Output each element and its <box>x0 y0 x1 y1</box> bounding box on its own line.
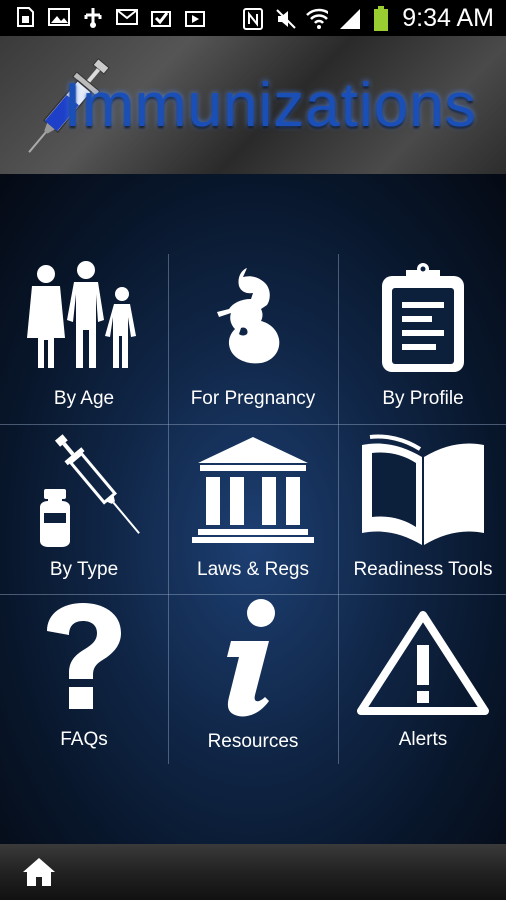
home-icon[interactable] <box>22 856 56 893</box>
wifi-icon <box>306 8 329 30</box>
info-icon <box>169 597 337 721</box>
usb-icon <box>82 6 104 28</box>
menu-tile-by-type[interactable]: By Type <box>0 425 168 595</box>
vaccine-icon <box>0 431 168 549</box>
menu-tile-readiness-tools[interactable]: Readiness Tools <box>339 425 506 595</box>
download-icon <box>150 6 172 28</box>
menu-tile-resources[interactable]: Resources <box>169 595 337 765</box>
sd-card-icon <box>14 6 36 28</box>
image-icon <box>48 6 70 28</box>
signal-icon <box>338 8 361 30</box>
mute-icon <box>274 8 296 30</box>
menu-label-resources: Resources <box>207 731 299 752</box>
family-icon <box>0 260 168 372</box>
upload-icon <box>184 6 206 28</box>
menu-label-by-age: By Age <box>53 388 115 409</box>
menu-label-by-type: By Type <box>49 559 119 580</box>
bottom-bar <box>0 844 506 900</box>
question-icon <box>0 601 168 713</box>
book-icon <box>339 431 506 549</box>
menu-tile-alerts[interactable]: Alerts <box>339 595 506 765</box>
menu-tile-by-age[interactable]: By Age <box>0 254 168 424</box>
menu-label-faqs: FAQs <box>60 729 108 750</box>
clock: 9:34 AM <box>402 4 494 32</box>
warning-icon <box>339 611 506 715</box>
courthouse-icon <box>169 433 337 545</box>
menu-tile-laws-regs[interactable]: Laws & Regs <box>169 425 337 595</box>
main-menu: By Age For Pregnancy By Profile By Type … <box>0 174 506 844</box>
menu-grid: By Age For Pregnancy By Profile By Type … <box>0 254 506 764</box>
menu-tile-by-profile[interactable]: By Profile <box>339 254 506 424</box>
menu-label-alerts: Alerts <box>398 729 448 750</box>
clipboard-icon <box>339 262 506 374</box>
menu-label-readiness-tools: Readiness Tools <box>353 559 493 580</box>
pregnancy-icon <box>169 262 337 374</box>
menu-tile-faqs[interactable]: FAQs <box>0 595 168 765</box>
menu-label-laws-regs: Laws & Regs <box>197 559 309 580</box>
app-title: Immunizations <box>64 71 477 140</box>
mail-icon <box>116 6 138 28</box>
app-header: Immunizations <box>0 36 506 174</box>
menu-label-by-profile: By Profile <box>382 388 464 409</box>
menu-tile-for-pregnancy[interactable]: For Pregnancy <box>169 254 337 424</box>
nfc-icon <box>242 7 264 30</box>
battery-icon <box>370 5 392 31</box>
menu-label-for-pregnancy: For Pregnancy <box>190 388 316 409</box>
status-bar: 9:34 AM <box>0 0 506 36</box>
